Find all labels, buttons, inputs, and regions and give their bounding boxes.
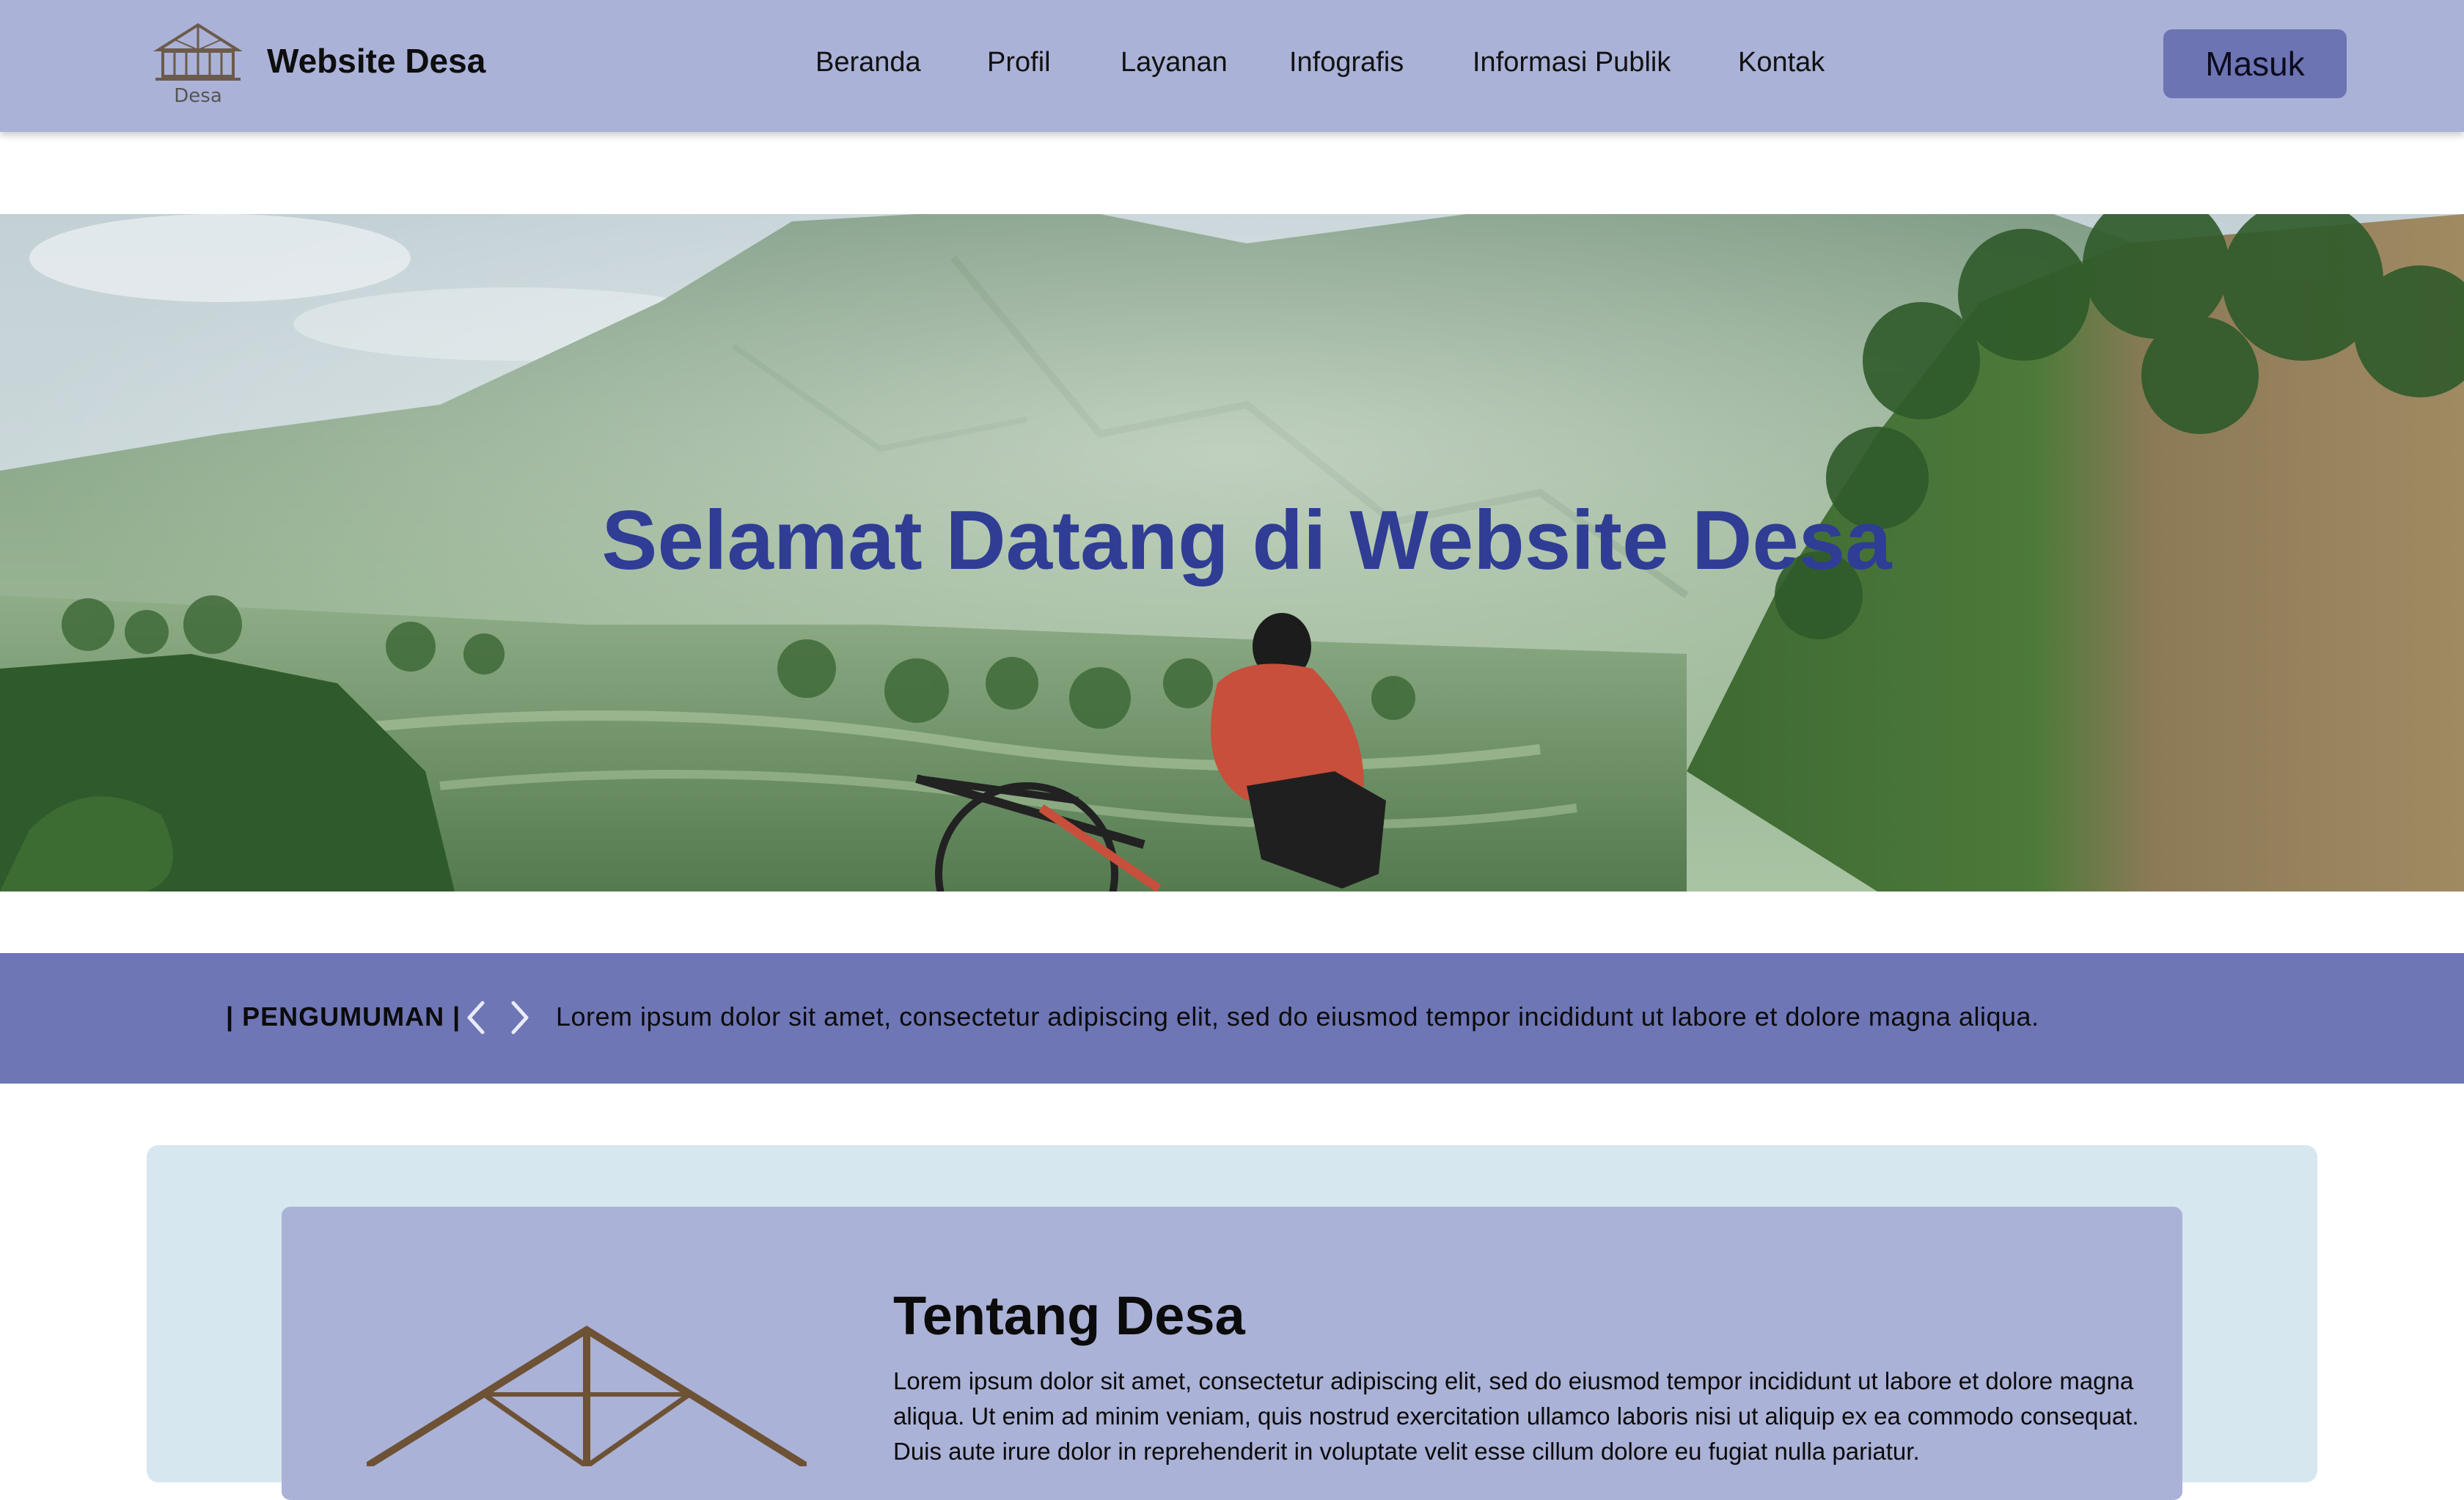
house-roof-illustration: [364, 1320, 809, 1470]
about-title: Tentang Desa: [893, 1285, 1245, 1346]
main-nav: Beranda Profil Layanan Infografis Inform…: [0, 47, 2464, 84]
nav-beranda[interactable]: Beranda: [815, 47, 921, 78]
nav-kontak[interactable]: Kontak: [1738, 47, 1825, 78]
announcement-bar: | PENGUMUMAN | Lorem ipsum dolor sit ame…: [0, 953, 2464, 1084]
announcement-text: Lorem ipsum dolor sit amet, consectetur …: [556, 1001, 2039, 1032]
announcement-label: | PENGUMUMAN |: [226, 1001, 461, 1032]
nav-infografis[interactable]: Infografis: [1289, 47, 1404, 78]
site-header: Desa Website Desa Beranda Profil Layanan…: [0, 0, 2464, 132]
nav-informasi-publik[interactable]: Informasi Publik: [1473, 47, 1671, 78]
nav-layanan[interactable]: Layanan: [1121, 47, 1228, 78]
logo-label: Desa: [174, 85, 222, 107]
chevron-left-icon[interactable]: [463, 999, 488, 1037]
nav-profil[interactable]: Profil: [987, 47, 1051, 78]
hero-banner: Selamat Datang di Website Desa: [0, 214, 2464, 891]
login-button[interactable]: Masuk: [2163, 29, 2347, 98]
chevron-right-icon[interactable]: [507, 999, 532, 1037]
hero-title: Selamat Datang di Website Desa: [601, 494, 1892, 587]
about-text: Lorem ipsum dolor sit amet, consectetur …: [893, 1367, 2139, 1465]
